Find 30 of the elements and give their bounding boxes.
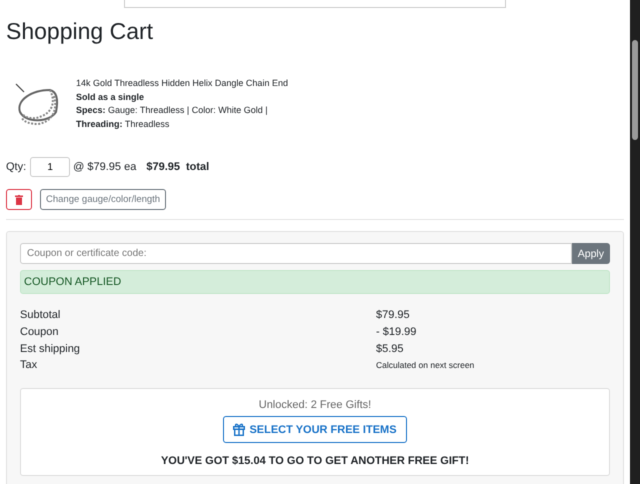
gift-icon <box>233 423 246 436</box>
summary-value: $5.95 <box>376 342 405 357</box>
unlocked-text: Unlocked: 2 Free Gifts! <box>258 399 372 412</box>
select-free-items-button[interactable]: SELECT YOUR FREE ITEMS <box>223 416 407 444</box>
specs-text: Specs: Gauge: Threadless | Color: White Gold | <box>76 104 269 117</box>
coupon-field[interactable]: Coupon or certificate code: <box>20 243 572 264</box>
summary-label: Est shipping <box>20 342 81 357</box>
unit-price: @ $79.95 ea <box>73 161 136 173</box>
sold-as-text: Sold as a single <box>76 90 146 104</box>
apply-button[interactable]: Apply <box>572 243 610 264</box>
summary-note: Calculated on next screen <box>376 359 476 372</box>
threading-text: Threading: Threadless <box>76 118 170 131</box>
qty-label: Qty: <box>6 161 26 173</box>
summary-value: $79.95 <box>376 308 411 323</box>
delete-button[interactable] <box>6 189 32 210</box>
scrollbar[interactable] <box>630 0 640 484</box>
trash-icon <box>15 194 23 204</box>
scrollbar-thumb[interactable] <box>632 40 638 140</box>
total-price: $79.95 <box>146 161 180 173</box>
free-gift-message: YOU'VE GOT $15.04 TO GO TO GET ANOTHER FREE GIFT! <box>160 455 470 468</box>
coupon-applied-alert: COUPON APPLIED <box>20 270 610 294</box>
change-options-button[interactable]: Change gauge/color/length <box>40 189 166 210</box>
summary-label: Subtotal <box>20 308 62 323</box>
summary-value: - $19.99 <box>376 324 418 340</box>
page-title: Shopping Cart <box>6 18 154 45</box>
quantity-field[interactable]: 1 <box>30 157 70 177</box>
product-name[interactable]: 14k Gold Threadless Hidden Helix Dangle Chain End <box>76 77 288 90</box>
summary-label: Coupon <box>20 324 60 340</box>
total-label: total <box>186 161 210 173</box>
summary-label: Tax <box>20 358 38 374</box>
